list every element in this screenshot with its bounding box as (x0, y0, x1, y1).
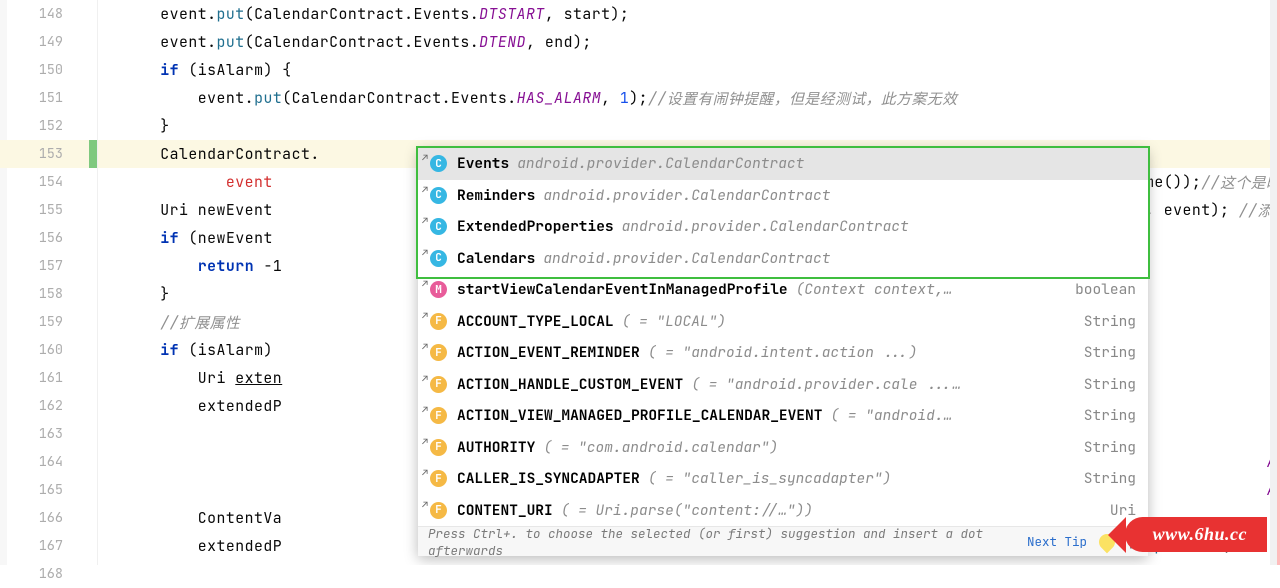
autocomplete-item[interactable]: F↗ CONTENT_URI ( = Uri.parse("content://…"… (418, 495, 1148, 527)
autocomplete-item[interactable]: C↗ Calendars android.provider.CalendarCont… (418, 243, 1148, 275)
watermark-label: www.6hu.cc (1125, 517, 1267, 552)
gutter-line: 162 (0, 392, 97, 420)
autocomplete-item[interactable]: C↗ Events android.provider.CalendarContrac… (418, 148, 1148, 180)
code-line[interactable]: event.put(CalendarContract.Events.DTEND,… (98, 28, 1280, 56)
autocomplete-item-name: CONTENT_URI (457, 501, 553, 520)
autocomplete-item[interactable]: F↗ AUTHORITY ( = "com.android.calendar") St… (418, 432, 1148, 464)
autocomplete-item-type: String (1084, 438, 1136, 457)
autocomplete-item-type: String (1084, 469, 1136, 488)
autocomplete-item-detail: android.provider.CalendarContract (517, 154, 1136, 173)
autocomplete-item[interactable]: F↗ ACTION_EVENT_REMINDER ( = "android.inte… (418, 337, 1148, 369)
editor-root: 1481491501511521531541551561571581591601… (0, 0, 1280, 565)
autocomplete-item-type: String (1084, 312, 1136, 331)
code-line[interactable]: } (98, 112, 1280, 140)
field-icon: F↗ (430, 502, 447, 519)
code-line[interactable]: event.put(CalendarContract.Events.HAS_AL… (98, 84, 1280, 112)
autocomplete-item[interactable]: M↗ startViewCalendarEventInManagedProfile… (418, 274, 1148, 306)
autocomplete-item-detail: ( = "caller_is_syncadapter") (648, 469, 1074, 488)
autocomplete-item[interactable]: C↗ ExtendedProperties android.provider.Cal… (418, 211, 1148, 243)
autocomplete-item-name: Reminders (457, 186, 535, 205)
autocomplete-item-name: ACTION_VIEW_MANAGED_PROFILE_CALENDAR_EVE… (457, 406, 822, 425)
autocomplete-popup[interactable]: C↗ Events android.provider.CalendarContrac… (418, 148, 1148, 556)
autocomplete-item[interactable]: C↗ Reminders android.provider.CalendarCont… (418, 180, 1148, 212)
autocomplete-item-detail: (Context context,… (796, 280, 1065, 299)
autocomplete-item[interactable]: F↗ ACTION_HANDLE_CUSTOM_EVENT ( = "android… (418, 369, 1148, 401)
autocomplete-item-type: boolean (1075, 280, 1136, 299)
autocomplete-item-name: ExtendedProperties (457, 217, 614, 236)
gutter-line: 157 (0, 252, 97, 280)
autocomplete-item-name: ACCOUNT_TYPE_LOCAL (457, 312, 614, 331)
gutter-line: 159 (0, 308, 97, 336)
gutter-line: 161 (0, 364, 97, 392)
autocomplete-item-detail: ( = "android.… (830, 406, 1073, 425)
autocomplete-item[interactable]: F↗ ACTION_VIEW_MANAGED_PROFILE_CALENDAR_E… (418, 400, 1148, 432)
code-area[interactable]: event.put(CalendarContract.Events.DTSTAR… (98, 0, 1280, 565)
gutter-line: 160 (0, 336, 97, 364)
autocomplete-item-detail: ( = Uri.parse("content://…")) (561, 501, 1100, 520)
autocomplete-item-detail: android.provider.CalendarContract (622, 217, 1136, 236)
gutter-line: 164 (0, 448, 97, 476)
class-icon: C↗ (430, 187, 447, 204)
gutter-line: 166 (0, 504, 97, 532)
autocomplete-item-detail: android.provider.CalendarContract (543, 249, 1136, 268)
field-icon: F↗ (430, 407, 447, 424)
gutter-line: 151 (0, 84, 97, 112)
autocomplete-item-name: ACTION_HANDLE_CUSTOM_EVENT (457, 375, 683, 394)
class-icon: C↗ (430, 218, 447, 235)
gutter-line: 167 (0, 532, 97, 560)
autocomplete-item-type: String (1084, 406, 1136, 425)
autocomplete-item[interactable]: F↗ ACCOUNT_TYPE_LOCAL ( = "LOCAL") String (418, 306, 1148, 338)
field-icon: F↗ (430, 344, 447, 361)
code-line[interactable]: extendedProperties.put(CalendarContract.… (98, 560, 1280, 565)
autocomplete-item-name: AUTHORITY (457, 438, 535, 457)
gutter-line: 163 (0, 420, 97, 448)
autocomplete-item-detail: ( = "android.provider.cale ...… (691, 375, 1074, 394)
gutter-line: 158 (0, 280, 97, 308)
autocomplete-item-detail: ( = "com.android.calendar") (543, 438, 1073, 457)
gutter: 1481491501511521531541551561571581591601… (0, 0, 98, 565)
autocomplete-footer: Press Ctrl+. to choose the selected (or … (418, 526, 1148, 556)
gutter-line: 149 (0, 28, 97, 56)
autocomplete-tip-text: Press Ctrl+. to choose the selected (or … (428, 525, 1027, 559)
autocomplete-item-name: Calendars (457, 249, 535, 268)
gutter-line: 152 (0, 112, 97, 140)
class-icon: C↗ (430, 155, 447, 172)
field-icon: F↗ (430, 470, 447, 487)
autocomplete-item-name: CALLER_IS_SYNCADAPTER (457, 469, 640, 488)
autocomplete-item-type: String (1084, 343, 1136, 362)
gutter-line: 150 (0, 56, 97, 84)
autocomplete-item-detail: android.provider.CalendarContract (543, 186, 1136, 205)
gutter-line: 155 (0, 196, 97, 224)
autocomplete-item-detail: ( = "android.intent.action ...) (648, 343, 1074, 362)
class-icon: C↗ (430, 250, 447, 267)
autocomplete-item-name: startViewCalendarEventInManagedProfile (457, 280, 788, 299)
autocomplete-item-type: String (1084, 375, 1136, 394)
autocomplete-item-detail: ( = "LOCAL") (622, 312, 1074, 331)
method-icon: M↗ (430, 281, 447, 298)
autocomplete-item-name: Events (457, 154, 509, 173)
gutter-line: 165 (0, 476, 97, 504)
gutter-line: 168 (0, 560, 97, 588)
code-line[interactable]: if (isAlarm) { (98, 56, 1280, 84)
gutter-line: 148 (0, 0, 97, 28)
gutter-line: 156 (0, 224, 97, 252)
next-tip-link[interactable]: Next Tip (1027, 533, 1087, 550)
field-icon: F↗ (430, 376, 447, 393)
field-icon: F↗ (430, 439, 447, 456)
autocomplete-item-name: ACTION_EVENT_REMINDER (457, 343, 640, 362)
autocomplete-item[interactable]: F↗ CALLER_IS_SYNCADAPTER ( = "caller_is_sy… (418, 463, 1148, 495)
gutter-line: 154 (0, 168, 97, 196)
code-line[interactable]: event.put(CalendarContract.Events.DTSTAR… (98, 0, 1280, 28)
gutter-line: 153 (0, 140, 97, 168)
field-icon: F↗ (430, 313, 447, 330)
